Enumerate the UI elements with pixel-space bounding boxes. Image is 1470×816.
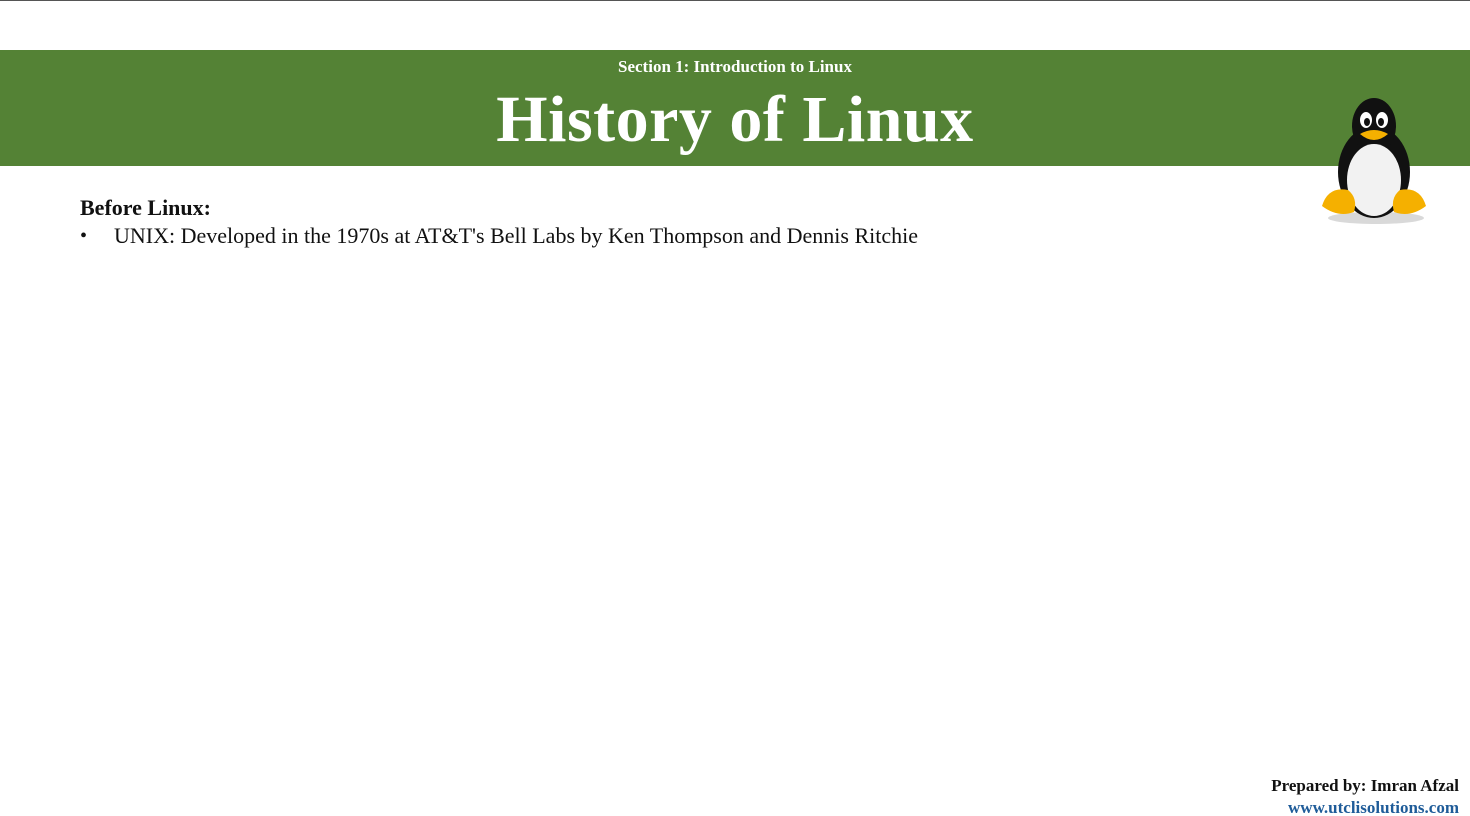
top-divider	[0, 0, 1470, 1]
tux-penguin-icon	[1322, 98, 1426, 224]
section-label: Section 1: Introduction to Linux	[618, 57, 852, 76]
slide: Section 1: Introduction to Linux History…	[0, 0, 1470, 816]
prepared-by-text: Prepared by: Imran Afzal	[1271, 776, 1459, 795]
footer: Prepared by: Imran Afzal www.utclisoluti…	[1271, 775, 1459, 816]
subheading-before-linux: Before Linux:	[80, 195, 211, 220]
slide-title: History of Linux	[496, 83, 974, 156]
bullet-text: UNIX: Developed in the 1970s at AT&T's B…	[114, 223, 918, 248]
bullet-icon: •	[80, 225, 88, 247]
list-item: • UNIX: Developed in the 1970s at AT&T's…	[80, 222, 1280, 250]
website-link[interactable]: www.utclisolutions.com	[1288, 797, 1459, 816]
content-area: Before Linux: • UNIX: Developed in the 1…	[80, 194, 1280, 250]
bullet-list: • UNIX: Developed in the 1970s at AT&T's…	[80, 222, 1280, 250]
